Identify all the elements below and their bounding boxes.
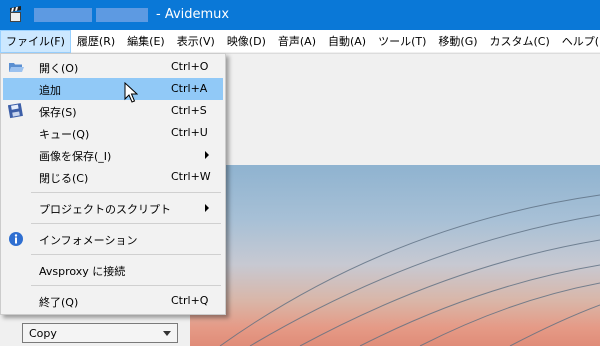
mouse-cursor-icon — [124, 82, 138, 103]
menu-item-queue[interactable]: キュー(Q) Ctrl+U — [3, 122, 223, 144]
video-codec-select[interactable]: Copy — [22, 323, 178, 343]
redacted-filename — [96, 8, 148, 22]
menu-item-label: 画像を保存(_I) — [39, 150, 112, 163]
menu-separator — [31, 285, 221, 286]
menu-item-label: プロジェクトのスクリプト — [39, 203, 171, 216]
menu-item-save-image[interactable]: 画像を保存(_I) — [3, 144, 223, 166]
menu-item-label: 追加 — [39, 84, 61, 97]
menu-history[interactable]: 履歴(R) — [71, 30, 121, 53]
menu-item-open[interactable]: 開く(O) Ctrl+O — [3, 56, 223, 78]
menu-item-label: 開く(O) — [39, 62, 79, 75]
menu-item-shortcut: Ctrl+W — [171, 170, 211, 183]
menu-separator — [31, 223, 221, 224]
menu-audio[interactable]: 音声(A) — [272, 30, 322, 53]
menu-custom[interactable]: カスタム(C) — [484, 30, 556, 53]
menu-edit[interactable]: 編集(E) — [121, 30, 171, 53]
menu-separator — [31, 192, 221, 193]
title-bar: - Avidemux — [0, 0, 600, 30]
codec-select-value: Copy — [29, 327, 57, 340]
menu-video[interactable]: 映像(D) — [221, 30, 272, 53]
menu-tools[interactable]: ツール(T) — [372, 30, 432, 53]
menu-go[interactable]: 移動(G) — [432, 30, 483, 53]
menu-separator — [31, 254, 221, 255]
chevron-down-icon — [163, 331, 171, 336]
menu-item-label: インフォメーション — [39, 234, 138, 247]
menu-file[interactable]: ファイル(F) — [0, 30, 71, 53]
menu-item-information[interactable]: インフォメーション — [3, 228, 223, 250]
video-preview — [190, 165, 600, 346]
menu-item-shortcut: Ctrl+A — [171, 82, 208, 95]
clapperboard-icon[interactable] — [8, 6, 24, 24]
submenu-arrow-icon — [205, 151, 209, 159]
menu-help[interactable]: ヘルプ(H) — [556, 30, 600, 53]
menu-item-shortcut: Ctrl+S — [171, 104, 207, 117]
menu-bar: ファイル(F) 履歴(R) 編集(E) 表示(V) 映像(D) 音声(A) 自動… — [0, 30, 600, 53]
menu-item-close[interactable]: 閉じる(C) Ctrl+W — [3, 166, 223, 188]
menu-item-avsproxy[interactable]: Avsproxy に接続 — [3, 259, 223, 281]
menu-item-quit[interactable]: 終了(Q) Ctrl+Q — [3, 290, 223, 312]
redacted-filename — [34, 8, 92, 22]
menu-item-label: 保存(S) — [39, 106, 77, 119]
window-title: - Avidemux — [156, 7, 230, 22]
folder-open-icon — [9, 63, 24, 72]
file-menu-dropdown: 開く(O) Ctrl+O 追加 Ctrl+A 保存(S) Ctrl+S キュー(… — [0, 53, 226, 315]
save-icon — [8, 103, 23, 119]
power-lines — [219, 194, 600, 346]
menu-item-label: 終了(Q) — [39, 296, 79, 309]
menu-item-append[interactable]: 追加 Ctrl+A — [3, 78, 223, 100]
menu-item-save[interactable]: 保存(S) Ctrl+S — [3, 100, 223, 122]
menu-item-shortcut: Ctrl+Q — [171, 294, 209, 307]
menu-item-label: Avsproxy に接続 — [39, 265, 126, 278]
info-icon — [9, 232, 23, 246]
menu-item-shortcut: Ctrl+O — [171, 60, 209, 73]
menu-auto[interactable]: 自動(A) — [322, 30, 372, 53]
submenu-arrow-icon — [205, 204, 209, 212]
menu-item-label: 閉じる(C) — [39, 172, 89, 185]
menu-item-label: キュー(Q) — [39, 128, 90, 141]
menu-view[interactable]: 表示(V) — [171, 30, 221, 53]
menu-item-project-script[interactable]: プロジェクトのスクリプト — [3, 197, 223, 219]
menu-item-shortcut: Ctrl+U — [171, 126, 208, 139]
